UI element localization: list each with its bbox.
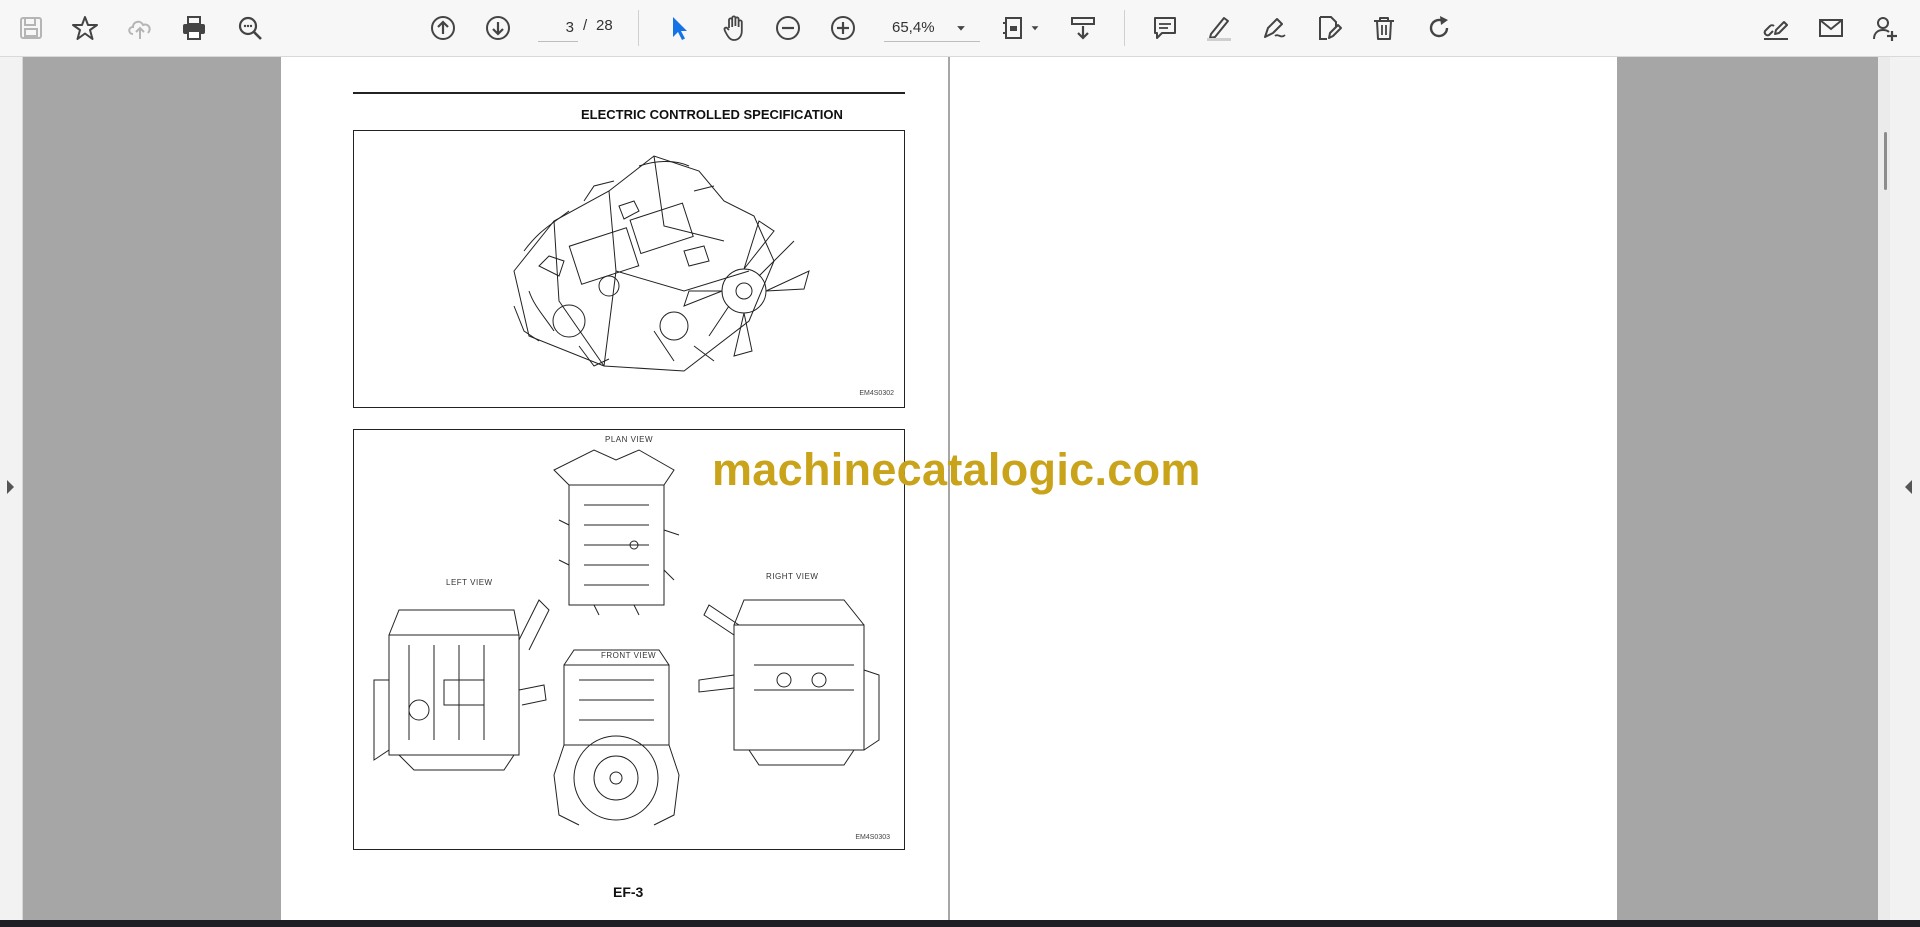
comment-icon (1154, 17, 1176, 39)
select-tool-button[interactable] (660, 9, 698, 47)
fit-dropdown-button[interactable] (1024, 9, 1046, 47)
zoom-out-button[interactable] (769, 9, 807, 47)
trash-icon (1374, 17, 1394, 40)
mail-icon (1819, 19, 1843, 37)
draw-button[interactable] (1255, 9, 1293, 47)
pen-icon (1264, 18, 1286, 38)
page-total: 28 (596, 17, 613, 34)
toolbar-divider (1124, 10, 1125, 46)
rotate-icon (1429, 16, 1449, 38)
find-icon (238, 16, 262, 40)
arrow-up-icon (431, 16, 455, 40)
share-link-button[interactable] (1757, 9, 1795, 47)
toolbar-divider (638, 10, 639, 46)
top-toolbar: / 28 (0, 0, 1920, 57)
cursor-icon (673, 17, 687, 40)
watermark: machinecatalogic.com (712, 444, 1201, 495)
edit-icon (1319, 16, 1342, 40)
scrollbar-thumb[interactable] (1884, 132, 1887, 190)
previous-page-button[interactable] (424, 9, 462, 47)
email-button[interactable] (1812, 9, 1850, 47)
figure-code: EM4S0303 (855, 834, 890, 841)
plus-icon (831, 16, 855, 40)
figure-code: EM4S0302 (859, 390, 894, 397)
arrow-down-icon (486, 16, 510, 40)
link-pen-icon (1763, 21, 1788, 40)
engine-figure: EM4S0302 (353, 130, 905, 408)
chevron-down-icon (957, 26, 965, 31)
print-icon (183, 16, 205, 40)
rotate-button[interactable] (1420, 9, 1458, 47)
bookmark-button[interactable] (66, 9, 104, 47)
comment-button[interactable] (1146, 9, 1184, 47)
zoom-dropdown-button[interactable] (950, 9, 972, 47)
expand-right-icon (7, 480, 14, 494)
page-separator: / (583, 17, 588, 34)
scroll-mode-button[interactable] (1064, 9, 1102, 47)
edit-pdf-button[interactable] (1310, 9, 1348, 47)
delete-button[interactable] (1365, 9, 1403, 47)
scroll-mode-icon (1071, 17, 1095, 40)
header-rule (353, 92, 905, 94)
expand-left-icon (1905, 480, 1912, 494)
highlight-button[interactable] (1200, 9, 1238, 47)
next-page-button[interactable] (479, 9, 517, 47)
chevron-down-icon (1031, 26, 1039, 31)
minus-icon (776, 16, 800, 40)
page-number-input[interactable] (538, 13, 578, 42)
save-button[interactable] (12, 9, 50, 47)
upload-button[interactable] (121, 9, 159, 47)
save-icon (20, 17, 42, 39)
hand-icon (723, 15, 743, 41)
print-button[interactable] (175, 9, 213, 47)
zoom-in-button[interactable] (824, 9, 862, 47)
hand-tool-button[interactable] (715, 9, 753, 47)
bottom-bar (0, 920, 1920, 927)
cloud-upload-icon (128, 20, 151, 39)
find-button[interactable] (231, 9, 269, 47)
add-user-icon (1873, 17, 1897, 41)
engine-drawing (513, 155, 810, 372)
star-icon (72, 16, 98, 40)
page-number: EF-3 (613, 884, 644, 900)
section-title: ELECTRIC CONTROLLED SPECIFICATION (581, 107, 843, 122)
left-panel-toggle[interactable] (0, 57, 23, 920)
highlight-icon (1207, 17, 1231, 41)
add-user-button[interactable] (1866, 9, 1904, 47)
